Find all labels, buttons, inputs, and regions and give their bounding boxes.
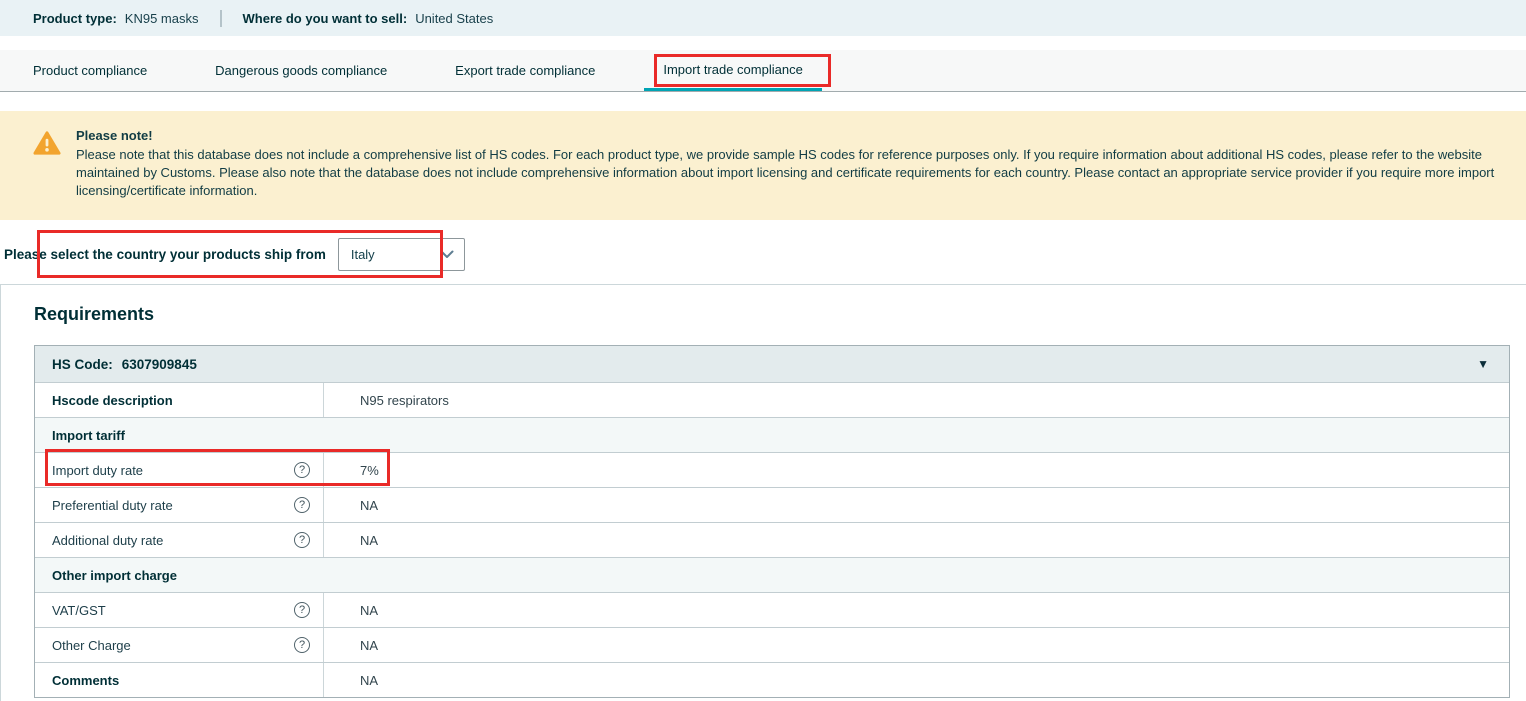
section-row-import-tariff: Import tariff	[35, 417, 1509, 452]
row-value-cell: N95 respirators	[324, 383, 449, 417]
comments-row: Comments NA	[35, 662, 1509, 697]
row-label-cell: Hscode description	[35, 383, 324, 417]
sell-destination-value: United States	[415, 11, 493, 26]
tab-import-trade-compliance[interactable]: Import trade compliance	[644, 50, 821, 91]
tab-bar: Product compliance Dangerous goods compli…	[0, 50, 1526, 92]
row-label-cell: Other Charge?	[35, 628, 324, 662]
help-icon[interactable]: ?	[294, 497, 310, 513]
additional-duty-rate-row: Additional duty rate?NA	[35, 522, 1509, 557]
notice-banner: Please note! Please note that this datab…	[0, 111, 1526, 220]
row-label: VAT/GST	[52, 603, 106, 618]
section-row-label: Import tariff	[52, 428, 125, 443]
requirements-title: Requirements	[34, 304, 1526, 325]
row-label-cell: VAT/GST?	[35, 593, 324, 627]
tab-product-compliance[interactable]: Product compliance	[33, 50, 147, 91]
section-row-other-import-charge: Other import charge	[35, 557, 1509, 592]
product-type-label: Product type:	[33, 11, 117, 26]
row-label-cell: Additional duty rate?	[35, 523, 324, 557]
sell-destination-group: Where do you want to sell: United States	[243, 11, 494, 26]
row-label: Additional duty rate	[52, 533, 163, 548]
ship-from-select[interactable]: Italy	[338, 238, 465, 271]
chevron-down-icon	[440, 250, 454, 259]
preferential-duty-rate-row: Preferential duty rate?NA	[35, 487, 1509, 522]
vertical-divider	[220, 10, 222, 27]
row-label: Hscode description	[52, 393, 173, 408]
requirements-table-body: Hscode description N95 respirators Import …	[35, 382, 1509, 697]
import-duty-rate-row: Import duty rate?7%	[35, 452, 1509, 487]
row-label: Preferential duty rate	[52, 498, 173, 513]
notice-content: Please note! Please note that this datab…	[76, 127, 1514, 200]
tab-dangerous-goods-compliance[interactable]: Dangerous goods compliance	[215, 50, 387, 91]
section-row-label: Other import charge	[52, 568, 177, 583]
notice-title: Please note!	[76, 127, 1514, 145]
row-label: Import duty rate	[52, 463, 143, 478]
row-value-cell: NA	[324, 523, 378, 557]
hs-code-panel: HS Code: 6307909845 ▼ Hscode description…	[34, 345, 1510, 698]
ship-from-label: Please select the country your products …	[4, 247, 326, 262]
hscode-description-row: Hscode description N95 respirators	[35, 382, 1509, 417]
help-icon[interactable]: ?	[294, 462, 310, 478]
requirements-section: Requirements HS Code: 6307909845 ▼ Hscod…	[0, 284, 1526, 701]
row-value-cell: NA	[324, 593, 378, 627]
ship-from-selected-value: Italy	[351, 247, 375, 262]
row-label: Other Charge	[52, 638, 131, 653]
tab-export-trade-compliance[interactable]: Export trade compliance	[455, 50, 595, 91]
row-label: Comments	[52, 673, 119, 688]
sell-destination-label: Where do you want to sell:	[243, 11, 408, 26]
row-value-cell: NA	[324, 488, 378, 522]
row-label-cell: Preferential duty rate?	[35, 488, 324, 522]
ship-from-row: Please select the country your products …	[0, 236, 1526, 272]
other-charge-row: Other Charge?NA	[35, 627, 1509, 662]
help-icon[interactable]: ?	[294, 532, 310, 548]
row-value-cell: 7%	[324, 453, 379, 487]
vat-gst-row: VAT/GST?NA	[35, 592, 1509, 627]
top-info-bar: Product type: KN95 masks Where do you wa…	[0, 0, 1526, 36]
row-value-cell: NA	[324, 663, 378, 697]
product-type-group: Product type: KN95 masks	[33, 11, 199, 26]
row-label-cell: Comments	[35, 663, 324, 697]
help-icon[interactable]: ?	[294, 637, 310, 653]
hs-code-value: 6307909845	[122, 357, 197, 372]
row-label-cell: Import duty rate?	[35, 453, 324, 487]
row-value-cell: NA	[324, 628, 378, 662]
hs-code-header[interactable]: HS Code: 6307909845 ▼	[35, 346, 1509, 382]
product-type-value: KN95 masks	[125, 11, 199, 26]
warning-icon	[33, 130, 61, 156]
hs-code-label: HS Code:	[52, 357, 113, 372]
notice-body: Please note that this database does not …	[76, 146, 1514, 200]
caret-down-icon[interactable]: ▼	[1477, 357, 1489, 371]
help-icon[interactable]: ?	[294, 602, 310, 618]
